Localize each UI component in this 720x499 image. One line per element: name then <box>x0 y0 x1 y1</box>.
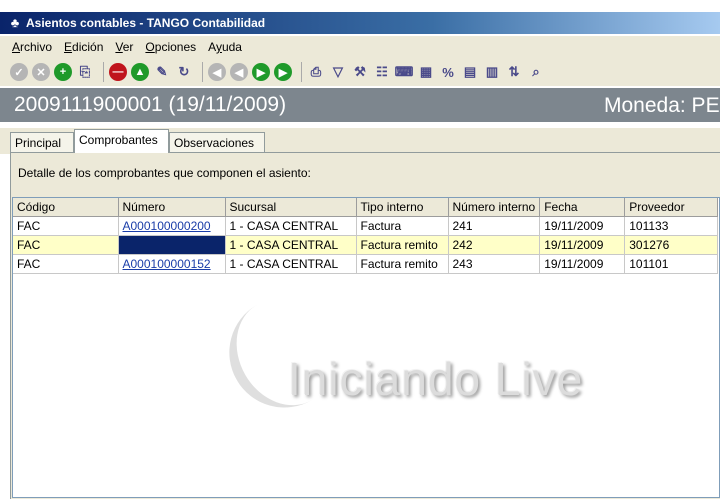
column-header-sucursal[interactable]: Sucursal <box>225 198 357 217</box>
toolbar-separator <box>202 62 203 82</box>
refresh-icon[interactable]: ↻ <box>175 63 193 81</box>
menu-ayuda[interactable]: Ayuda <box>208 40 242 54</box>
sort-icon[interactable]: ⇅ <box>505 63 523 81</box>
table-row[interactable]: FAC A000100000152 1 - CASA CENTRAL Factu… <box>13 254 719 274</box>
column-header-numero-interno[interactable]: Número interno <box>448 198 541 217</box>
watermark-text: Iniciando Live <box>288 353 584 405</box>
last-icon[interactable]: ▶ <box>274 63 292 81</box>
cell-numero-link[interactable]: A000100000152 <box>118 254 226 274</box>
entry-header: 2009111900001 (19/11/2009) Moneda: PE <box>0 88 720 122</box>
watermark-overlay: Iniciando Live <box>209 282 640 428</box>
cell-proveedor[interactable]: 301276 <box>624 235 719 255</box>
tab-observaciones[interactable]: Observaciones <box>169 132 265 152</box>
report-icon[interactable]: ☷ <box>373 63 391 81</box>
cell-proveedor[interactable]: 101133 <box>624 216 719 236</box>
add-icon[interactable]: + <box>54 63 72 81</box>
cell-tipo-interno[interactable]: Factura <box>356 216 449 236</box>
tango-app-icon: ♣ <box>10 15 20 30</box>
next-icon[interactable]: ▶ <box>252 63 270 81</box>
cell-sucursal[interactable]: 1 - CASA CENTRAL <box>225 254 357 274</box>
cell-tipo-interno[interactable]: Factura remito <box>356 235 449 255</box>
window-title: Asientos contables - TANGO Contabilidad <box>26 16 266 30</box>
cell-codigo[interactable]: FAC <box>13 216 119 236</box>
column-header-tipo-interno[interactable]: Tipo interno <box>356 198 449 217</box>
column-header-numero[interactable]: Número <box>118 198 226 217</box>
cell-fecha[interactable]: 19/11/2009 <box>539 216 626 236</box>
cell-codigo[interactable]: FAC <box>13 235 119 255</box>
delete-icon[interactable]: — <box>109 63 127 81</box>
cell-numero-link[interactable]: A000100000200 <box>118 216 226 236</box>
calc-icon[interactable]: ⌨ <box>395 63 414 81</box>
cell-numero-focused[interactable] <box>118 235 226 255</box>
currency-label: Moneda: PE <box>604 94 720 117</box>
first-icon[interactable]: ◀ <box>208 63 226 81</box>
tab-principal[interactable]: Principal <box>10 132 74 152</box>
cell-proveedor[interactable]: 101101 <box>624 254 719 274</box>
table-row-selected[interactable]: FAC 1 - CASA CENTRAL Factura remito 242 … <box>13 235 719 255</box>
column-header-proveedor[interactable]: Proveedor <box>624 198 719 217</box>
notes-icon[interactable]: ✎ <box>153 63 171 81</box>
cell-fecha[interactable]: 19/11/2009 <box>539 254 626 274</box>
cell-numero-interno[interactable]: 243 <box>448 254 541 274</box>
preview-icon[interactable]: ⌕ <box>527 63 545 81</box>
tab-strip: Principal Comprobantes Observaciones <box>0 128 720 154</box>
chart-icon[interactable]: ▦ <box>417 63 435 81</box>
percent-icon[interactable]: % <box>439 63 457 81</box>
cell-tipo-interno[interactable]: Factura remito <box>356 254 449 274</box>
tools-icon[interactable]: ⚒ <box>351 63 369 81</box>
column-header-fecha[interactable]: Fecha <box>539 198 626 217</box>
filter-icon[interactable]: ▽ <box>329 63 347 81</box>
entry-number: 2009111900001 (19/11/2009) <box>14 93 287 116</box>
check-icon[interactable]: ✓ <box>10 63 28 81</box>
toolbar: ✓ ✕ + ⎘ — ▲ ✎ ↻ ◀ ◀ ▶ ▶ ⎙ ▽ ⚒ ☷ ⌨ ▦ % ▤ … <box>0 58 720 86</box>
cell-sucursal[interactable]: 1 - CASA CENTRAL <box>225 216 357 236</box>
toolbar-separator <box>301 62 302 82</box>
grid-description: Detalle de los comprobantes que componen… <box>18 166 311 180</box>
column-header-codigo[interactable]: Código <box>13 198 119 217</box>
table-row[interactable]: FAC A000100000200 1 - CASA CENTRAL Factu… <box>13 216 719 236</box>
grid-icon[interactable]: ▤ <box>461 63 479 81</box>
cell-fecha[interactable]: 19/11/2009 <box>539 235 626 255</box>
comprobantes-table: Código Número Sucursal Tipo interno Núme… <box>13 198 719 274</box>
menu-archivo[interactable]: Archivo <box>12 40 52 54</box>
cancel-icon[interactable]: ✕ <box>32 63 50 81</box>
toolbar-separator <box>103 62 104 82</box>
cell-codigo[interactable]: FAC <box>13 254 119 274</box>
previous-icon[interactable]: ◀ <box>230 63 248 81</box>
tab-comprobantes[interactable]: Comprobantes <box>74 129 169 153</box>
title-bar: ♣ Asientos contables - TANGO Contabilida… <box>0 12 720 34</box>
menu-opciones[interactable]: Opciones <box>145 40 196 54</box>
menu-bar: Archivo Edición Ver Opciones Ayuda <box>0 36 720 58</box>
print-icon[interactable]: ⎙ <box>307 63 325 81</box>
up-icon[interactable]: ▲ <box>131 63 149 81</box>
copy-icon[interactable]: ⎘ <box>76 63 94 81</box>
cell-numero-interno[interactable]: 241 <box>448 216 541 236</box>
grid-header-row: Código Número Sucursal Tipo interno Núme… <box>13 198 719 217</box>
cell-sucursal[interactable]: 1 - CASA CENTRAL <box>225 235 357 255</box>
menu-edicion[interactable]: Edición <box>64 40 103 54</box>
menu-ver[interactable]: Ver <box>115 40 133 54</box>
cell-numero-interno[interactable]: 242 <box>448 235 541 255</box>
table-icon[interactable]: ▥ <box>483 63 501 81</box>
